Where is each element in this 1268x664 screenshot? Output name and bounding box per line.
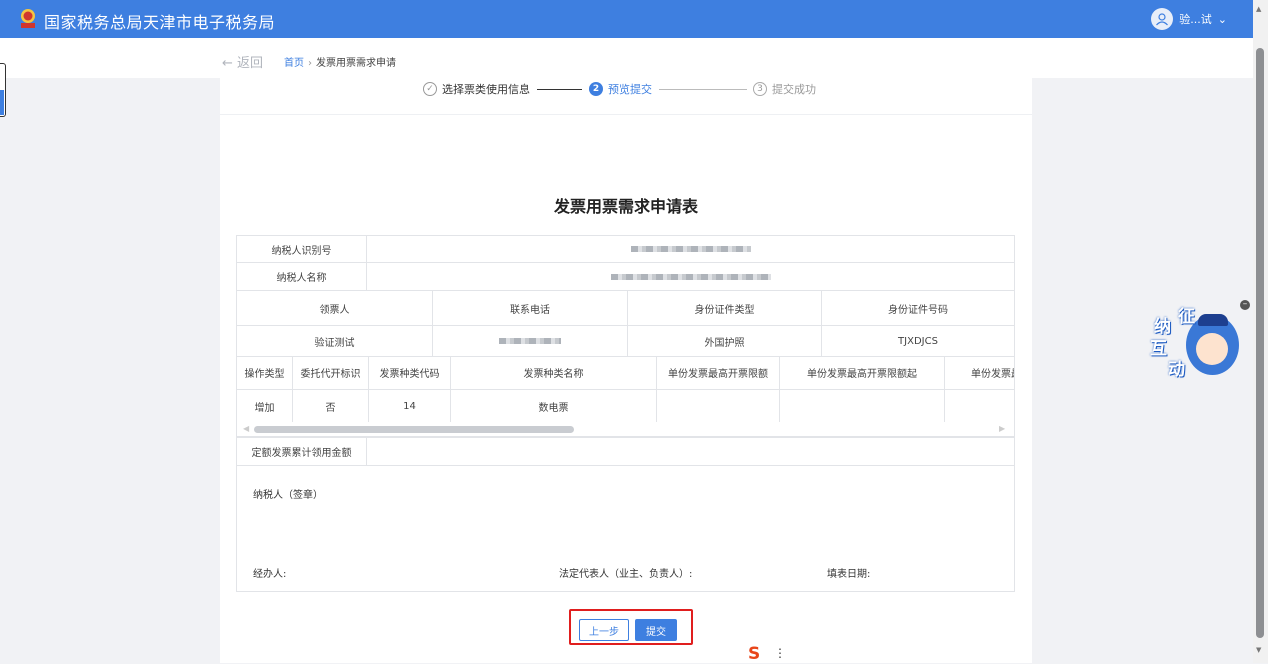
step-label: 提交成功: [772, 83, 816, 96]
side-drawer-tab[interactable]: [0, 63, 6, 117]
vertical-scrollbar[interactable]: ▲ ▼: [1253, 0, 1268, 663]
taxpayer-name-label: 纳税人名称: [237, 263, 367, 290]
cell-max-limit: [657, 390, 780, 422]
receiver-value-row: 验证测试 外国护照 TJXDJCS: [236, 326, 1015, 357]
submit-button[interactable]: 提交: [635, 619, 677, 641]
receiver-phone: [433, 326, 628, 356]
step-submit-success: 3 提交成功: [753, 81, 816, 97]
widget-char: 动: [1168, 360, 1185, 380]
step-connector: [659, 89, 747, 90]
site-title: 国家税务总局天津市电子税务局: [44, 13, 276, 32]
col-phone: 联系电话: [433, 291, 628, 325]
step-number: 2: [589, 82, 603, 96]
cell-entrust-flag: 否: [293, 390, 369, 422]
col-id-type: 身份证件类型: [628, 291, 822, 325]
prev-step-button[interactable]: 上一步: [579, 619, 629, 641]
tax-emblem-icon: [21, 9, 35, 28]
legal-rep-label: 法定代表人（业主、负责人）:: [559, 569, 693, 580]
col-max-limit: 单份发票最高开票限额: [657, 356, 780, 389]
scroll-down-icon[interactable]: ▼: [1256, 646, 1261, 654]
fixed-amount-value: [367, 438, 1014, 465]
fixed-amount-label: 定额发票累计领用金额: [237, 438, 367, 465]
avatar: [1151, 8, 1174, 30]
taxpayer-id-value: [367, 236, 1014, 262]
cell-invoice-code: 14: [369, 390, 451, 422]
cell-invoice-name: 数电票: [451, 390, 657, 422]
cell-max-limit-to: [945, 390, 1014, 422]
col-id-number: 身份证件号码: [888, 304, 948, 316]
step-select-info: ✓ 选择票类使用信息: [423, 81, 530, 97]
taxpayer-id-row: 纳税人识别号: [236, 235, 1015, 263]
user-menu[interactable]: 验...试 ⌄: [1151, 7, 1227, 31]
user-name: 验...试: [1179, 13, 1212, 26]
col-entrust-flag: 委托代开标识: [293, 356, 369, 389]
receiver-id-type: 外国护照: [628, 326, 822, 356]
scroll-up-icon[interactable]: ▲: [1256, 5, 1261, 13]
col-receiver: 领票人: [237, 291, 433, 325]
top-header: 国家税务总局天津市电子税务局 验...试 ⌄: [0, 0, 1253, 38]
breadcrumb-current: 发票用票需求申请: [316, 58, 396, 69]
taxpayer-name-row: 纳税人名称: [236, 263, 1015, 291]
redacted-value: [630, 246, 751, 252]
table-row: 增加 否 14 数电票: [237, 390, 1014, 422]
col-invoice-code: 发票种类代码: [369, 356, 451, 389]
breadcrumb-home[interactable]: 首页: [284, 58, 304, 69]
scroll-right-icon[interactable]: ▶: [999, 424, 1005, 433]
invoice-table[interactable]: 操作类型 委托代开标识 发票种类代码 发票种类名称 单份发票最高开票限额 单份发…: [236, 356, 1015, 437]
mascot-cap: [1198, 314, 1228, 326]
redacted-value: [610, 273, 771, 280]
chevron-down-icon: ⌄: [1217, 12, 1227, 26]
steps-bar: ✓ 选择票类使用信息 2 预览提交 3 提交成功: [220, 78, 1032, 115]
receiver-id-number: TJXDJCS: [898, 335, 938, 347]
signature-label: 纳税人（签章）: [253, 490, 323, 501]
user-icon: [1156, 13, 1169, 26]
action-buttons-highlight: 上一步 提交: [569, 609, 693, 645]
breadcrumb: 首页 › 发票用票需求申请: [284, 54, 396, 69]
taxpayer-id-label: 纳税人识别号: [237, 236, 367, 262]
signature-area: 纳税人（签章） 经办人: 法定代表人（业主、负责人）: 填表日期:: [236, 466, 1015, 592]
back-link[interactable]: ← 返回: [222, 52, 263, 71]
sogou-logo-icon[interactable]: S: [748, 644, 766, 664]
close-icon[interactable]: –: [1240, 300, 1250, 310]
breadcrumb-bar: ← 返回 首页 › 发票用票需求申请: [0, 38, 1253, 78]
handler-label: 经办人:: [253, 569, 287, 580]
receiver-header-row: 领票人 联系电话 身份证件类型 身份证件号码: [236, 291, 1015, 326]
check-icon: ✓: [423, 82, 437, 96]
scroll-left-icon[interactable]: ◀: [243, 424, 249, 433]
form-title: 发票用票需求申请表: [553, 197, 698, 216]
cell-max-limit-from: [780, 390, 945, 422]
col-invoice-name: 发票种类名称: [451, 356, 657, 389]
step-label: 预览提交: [608, 83, 652, 96]
col-max-limit-from: 单份发票最高开票限额起: [780, 356, 945, 389]
horizontal-scrollbar[interactable]: [254, 426, 574, 433]
taxpayer-name-value: [367, 263, 1014, 290]
col-operation: 操作类型: [237, 356, 293, 389]
ime-toolbar[interactable]: S ⋮: [748, 644, 786, 664]
step-number: 3: [753, 82, 767, 96]
more-icon[interactable]: ⋮: [774, 646, 786, 660]
step-connector: [537, 89, 582, 90]
widget-char: 征: [1178, 307, 1195, 327]
widget-char: 互: [1150, 339, 1167, 359]
interaction-widget[interactable]: 征 纳 互 动 –: [1148, 300, 1250, 382]
cell-operation: 增加: [237, 390, 293, 422]
redacted-value: [499, 338, 561, 344]
step-preview-submit: 2 预览提交: [589, 81, 652, 97]
col-max-limit-to: 单份发票最: [945, 356, 1014, 389]
date-label: 填表日期:: [827, 569, 871, 580]
fixed-amount-row: 定额发票累计领用金额: [236, 437, 1015, 466]
breadcrumb-separator: ›: [308, 58, 312, 69]
receiver-name: 验证测试: [237, 326, 433, 356]
main-panel: ✓ 选择票类使用信息 2 预览提交 3 提交成功 发票用票需求申请表 纳税人识别…: [220, 78, 1032, 663]
invoice-table-header: 操作类型 委托代开标识 发票种类代码 发票种类名称 单份发票最高开票限额 单份发…: [237, 356, 1014, 390]
step-label: 选择票类使用信息: [442, 83, 530, 96]
scrollbar-thumb[interactable]: [1256, 48, 1264, 638]
